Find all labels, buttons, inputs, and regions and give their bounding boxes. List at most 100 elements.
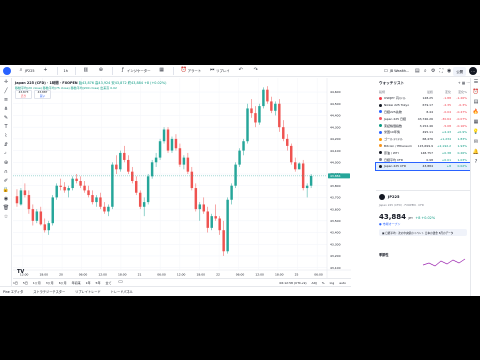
candles-icon: ▥ xyxy=(83,67,89,73)
range-5d[interactable]: 5日 xyxy=(23,281,28,285)
y-tick-label: 44,300 xyxy=(330,125,341,129)
watchlist-row[interactable]: 米国10年債 495.11 +4.43 +0.9% xyxy=(376,129,470,136)
indicators-button[interactable]: ƒ インジケーター xyxy=(116,66,154,75)
row-name: Bitcoin / Ethereum xyxy=(384,143,412,148)
help-icon[interactable]: ? xyxy=(471,158,480,168)
lock-icon[interactable]: 🔒 xyxy=(0,186,12,195)
tradingview-logo[interactable]: TV xyxy=(17,269,24,275)
watchlist-row[interactable]: Bitcoin / Ethereum 115,699.9 +2,192.2 1.93% xyxy=(376,143,470,150)
brush-icon[interactable]: ✎ xyxy=(0,114,12,123)
forecast-icon[interactable]: ⇵ xyxy=(0,141,12,150)
watchlist-row[interactable]: USDJPY 円/ドル 148.25 -1.88 -1.26% xyxy=(376,95,470,102)
candle-body xyxy=(262,89,265,107)
hotlist-icon[interactable]: 🔥 xyxy=(471,108,480,118)
compare-button[interactable]: ⊕ xyxy=(94,66,108,75)
ruler-icon[interactable]: ⌏ xyxy=(0,150,12,159)
row-last: 8.44 xyxy=(426,109,433,114)
undo-button[interactable]: ↶ xyxy=(234,66,248,75)
star-icon[interactable]: ☆ xyxy=(0,213,12,222)
camera-icon[interactable]: ◉ xyxy=(445,67,453,76)
pattern-icon[interactable]: ⌇ xyxy=(0,132,12,141)
adj-toggle[interactable]: ADJ xyxy=(312,281,317,285)
search-icon-right[interactable]: ⌕ xyxy=(421,67,429,76)
data-window-icon[interactable]: ▤ xyxy=(471,98,480,108)
tab-replay-trade[interactable]: リプレイトレード xyxy=(75,289,101,294)
text-icon[interactable]: T xyxy=(0,123,12,132)
more-menu-button[interactable]: ⋯ xyxy=(469,67,477,75)
watchlist-row[interactable]: Nikkei 225 Tokyo 679.17 -2.35 -0.3% xyxy=(376,102,470,109)
watchlist-icon[interactable]: ☰ xyxy=(471,78,480,88)
watchlist-title[interactable]: ウォッチリスト xyxy=(379,81,404,86)
eye-icon[interactable]: ◉ xyxy=(0,195,12,204)
chart-pane[interactable]: 44,600 44,500 44,400 44,300 44,200 44,100 44,0… xyxy=(13,78,351,278)
ideas-icon[interactable]: 💡 xyxy=(471,128,480,138)
crosshair-icon[interactable]: ✛ xyxy=(0,78,12,87)
trash-icon[interactable]: 🗑 xyxy=(0,204,12,213)
horizontal-line-icon[interactable]: ≡ xyxy=(0,96,12,105)
magnet-icon[interactable]: ∩ xyxy=(0,168,12,177)
watchlist-row[interactable]: ゴールド/ドル 68,476 +1,234 1.83% xyxy=(376,136,470,143)
stay-draw-icon[interactable]: ✐ xyxy=(0,177,12,186)
range-5y[interactable]: 5年 xyxy=(96,281,101,285)
range-1m[interactable]: 1ヶ月 xyxy=(33,281,41,285)
range-1d[interactable]: 1日 xyxy=(13,281,18,285)
fullscreen-icon[interactable]: ⛶ xyxy=(437,67,445,76)
watchlist-row[interactable]: Japan 225 日経 43,746.26 -30.64 -0.07% xyxy=(376,115,470,122)
symbol-label: JP225 xyxy=(25,68,35,73)
tab-trading-panel[interactable]: トレードパネル xyxy=(111,289,133,294)
col-change-pct[interactable]: 変化% xyxy=(451,90,469,94)
alerts-icon[interactable]: ⏰ xyxy=(471,88,480,98)
candlestick-chart[interactable]: 44,600 44,500 44,400 44,300 44,200 44,100 44,0… xyxy=(13,78,351,278)
candle-body xyxy=(91,195,94,203)
candle-body xyxy=(250,108,253,114)
redo-button[interactable]: ↷ xyxy=(249,66,263,75)
templates-button[interactable]: ▦ xyxy=(155,66,169,75)
zoom-icon[interactable]: ⊕ xyxy=(0,159,12,168)
range-ytd[interactable]: 年初来 xyxy=(72,281,81,285)
chat-icon[interactable]: ✉ xyxy=(471,138,480,148)
candle-body xyxy=(31,209,35,221)
range-3m[interactable]: 3ヶ月 xyxy=(46,281,54,285)
detail-symbol-row[interactable]: JP225 xyxy=(379,194,467,200)
replay-button[interactable]: ⏮ リプレイ xyxy=(205,66,233,75)
watchlist-row[interactable]: 日経225先物 8.44 -0.04 -0.47% xyxy=(376,109,470,116)
candle-body xyxy=(297,163,301,170)
candle-body xyxy=(198,204,202,210)
range-1y[interactable]: 1年 xyxy=(86,281,91,285)
tab-strategy-tester[interactable]: ストラテジーテスター xyxy=(33,289,65,294)
notifications-icon[interactable]: 🔔 xyxy=(471,148,480,158)
range-all[interactable]: 全て xyxy=(105,281,111,285)
watchlist-row[interactable]: 日経平均 CFD 0.98 +0.01 1.03% xyxy=(376,156,470,163)
range-6m[interactable]: 6ヶ月 xyxy=(59,281,67,285)
publish-button[interactable]: 公開 xyxy=(453,66,466,76)
row-symbol: Nikkei 225 Tokyo xyxy=(379,103,415,107)
candle-body xyxy=(246,108,249,142)
sell-button[interactable]: 43,873 売り xyxy=(15,90,32,99)
col-last[interactable]: 最終 xyxy=(415,90,433,94)
log-toggle[interactable]: log xyxy=(330,281,335,285)
alert-button[interactable]: ⏰ アラート xyxy=(177,66,205,75)
col-symbol[interactable]: 銘柄 xyxy=(379,90,415,94)
event-banner[interactable]: ▣ 日経平均 : 次の中央値のイベント 日本の賃金 8月のデータ xyxy=(379,229,467,236)
settings-icon[interactable]: ⚙ xyxy=(429,67,437,76)
timeframe-button[interactable]: 1h xyxy=(61,66,71,75)
layout-grid-icon[interactable]: ▤ xyxy=(413,67,421,76)
clock-label[interactable]: 06:12:58 (UTC+9) xyxy=(279,281,306,285)
watchlist-actions[interactable]: + ▦ ⋯ xyxy=(458,81,470,85)
buy-button[interactable]: 43,887 買い xyxy=(34,90,51,99)
calendar-icon[interactable]: ▦ xyxy=(471,118,480,128)
trendline-icon[interactable]: ╱ xyxy=(0,87,12,96)
percent-toggle[interactable]: % xyxy=(322,281,325,285)
col-change[interactable]: 変化 xyxy=(433,90,451,94)
chart-type-button[interactable]: ▥ xyxy=(79,66,93,75)
fib-icon[interactable]: ⋔ xyxy=(0,105,12,114)
add-symbol-button[interactable]: + xyxy=(39,66,53,75)
watchlist-row[interactable]: Japan 225 CFD 43,884 +8 0.02% xyxy=(375,161,471,171)
watchlist-row[interactable]: 東証株価指数 3,152.46 -5.08 -0.16% xyxy=(376,122,470,129)
user-avatar[interactable] xyxy=(3,66,11,75)
tab-pine-editor[interactable]: Pine エディタ xyxy=(3,289,23,294)
watchlist-row[interactable]: 原油 / WTI 148.757 +0.38 0.26% xyxy=(376,149,470,156)
symbol-search-button[interactable]: ⌕ JP225 xyxy=(14,66,38,75)
layout-menu-button[interactable]: ▭ JB Wealth... xyxy=(379,67,412,76)
auto-toggle[interactable]: auto xyxy=(339,281,346,285)
